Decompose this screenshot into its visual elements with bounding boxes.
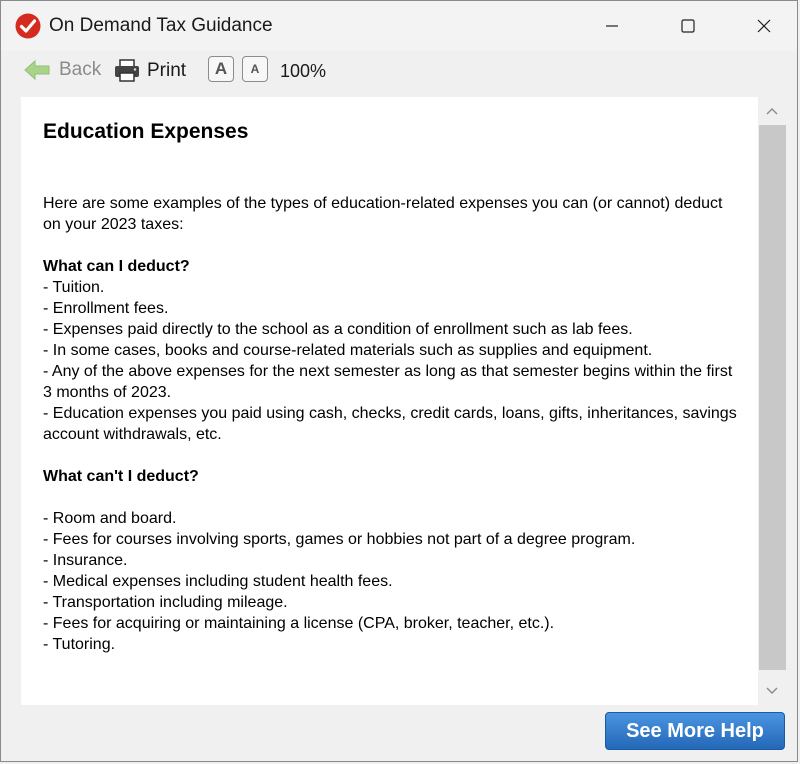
list-item: - Tutoring. — [43, 636, 116, 653]
vertical-scrollbar[interactable] — [758, 97, 786, 705]
scroll-up-button[interactable] — [758, 97, 786, 125]
maximize-button[interactable] — [665, 1, 711, 51]
tax-guidance-window: On Demand Tax Guidance Back Print A A 10… — [0, 0, 798, 762]
article: Education Expenses Here are some example… — [43, 119, 743, 655]
list-item: - Medical expenses including student hea… — [43, 573, 393, 590]
list-item: - In some cases, books and course-relate… — [43, 342, 653, 359]
printer-icon — [115, 59, 139, 82]
list-item: - Room and board. — [43, 510, 177, 527]
checkmark-icon — [15, 13, 41, 39]
article-intro: Here are some examples of the types of e… — [43, 195, 723, 233]
chevron-down-icon — [766, 687, 778, 694]
list-item: - Education expenses you paid using cash… — [43, 405, 737, 443]
close-icon — [757, 19, 771, 33]
decrease-font-button[interactable]: A — [242, 56, 268, 82]
minimize-button[interactable] — [589, 1, 635, 51]
list-item: - Any of the above expenses for the next… — [43, 363, 733, 401]
can-deduct-heading: What can I deduct? — [43, 258, 190, 275]
title-bar: On Demand Tax Guidance — [1, 1, 797, 51]
see-more-help-button[interactable]: See More Help — [605, 712, 785, 750]
increase-font-button[interactable]: A — [208, 56, 234, 82]
cannot-deduct-heading: What can't I deduct? — [43, 468, 199, 485]
list-item: - Fees for acquiring or maintaining a li… — [43, 615, 555, 632]
print-button[interactable]: Print — [113, 59, 186, 83]
scroll-down-button[interactable] — [758, 677, 786, 705]
article-title: Education Expenses — [43, 120, 249, 143]
toolbar: Back Print A A 100% — [1, 51, 797, 93]
minimize-icon — [606, 25, 618, 27]
list-item: - Fees for courses involving sports, gam… — [43, 531, 636, 548]
zoom-level: 100% — [280, 61, 327, 81]
maximize-icon — [681, 19, 695, 33]
chevron-up-icon — [766, 108, 778, 115]
window-title: On Demand Tax Guidance — [49, 15, 273, 36]
list-item: - Insurance. — [43, 552, 128, 569]
back-label: Back — [59, 59, 102, 80]
list-item: - Tuition. — [43, 279, 105, 296]
close-button[interactable] — [741, 1, 787, 51]
help-content-pane: Education Expenses Here are some example… — [21, 97, 786, 705]
scroll-thumb[interactable] — [759, 125, 786, 670]
list-item: - Transportation including mileage. — [43, 594, 288, 611]
back-arrow-icon — [24, 59, 50, 81]
back-button[interactable]: Back — [23, 59, 101, 81]
print-label: Print — [147, 60, 187, 81]
list-item: - Enrollment fees. — [43, 300, 169, 317]
list-item: - Expenses paid directly to the school a… — [43, 321, 633, 338]
